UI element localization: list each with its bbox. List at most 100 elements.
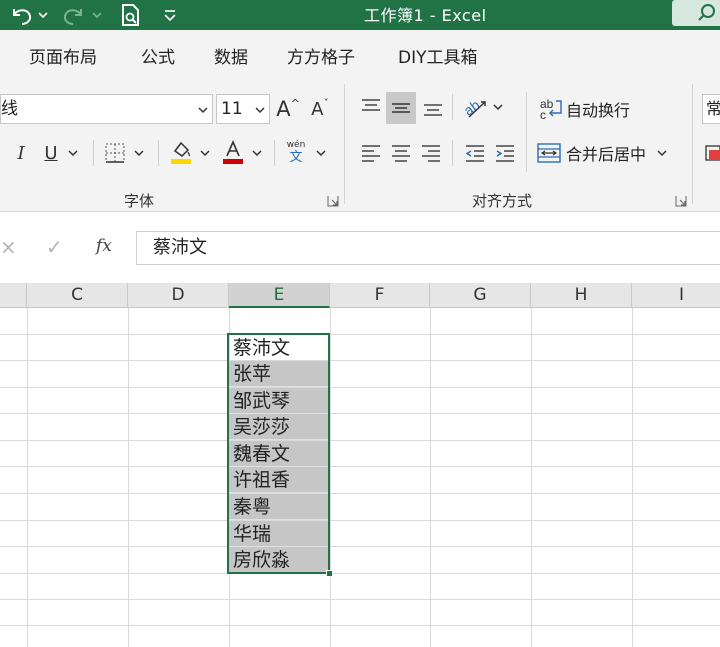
orientation-dropdown[interactable] [490,96,506,118]
insert-function-button[interactable]: fx [96,236,112,256]
column-header-c[interactable]: C [27,283,128,308]
fill-color-swatch [171,159,191,164]
title-bar: 工作簿1 - Excel [0,0,720,30]
increase-indent-button[interactable] [492,138,518,168]
align-top-button[interactable] [358,92,384,122]
cell-e-selected[interactable]: 吴莎莎 [229,414,329,440]
gridline [0,387,720,388]
conditional-format-button[interactable] [704,140,720,166]
gridline [0,413,720,414]
dialog-launcher-icon [675,196,687,207]
conditional-format-icon [705,145,720,161]
align-middle-icon [392,103,410,113]
undo-button[interactable] [6,4,50,26]
cell-e-selected[interactable]: 魏春文 [229,441,329,467]
align-right-button[interactable] [418,138,444,168]
decrease-font-icon: A [311,98,324,120]
increase-font-button[interactable]: A ^ [274,94,302,124]
merge-center-button[interactable]: 合并后居中 [536,138,674,168]
gridline [0,493,720,494]
fill-color-dropdown[interactable] [196,142,214,164]
formula-bar: × ✓ fx 蔡沛文 [0,226,720,270]
enter-button[interactable]: ✓ [46,235,63,259]
separator [93,140,94,166]
chevron-down-icon [316,150,326,157]
tab-data[interactable]: 数据 [214,43,248,68]
gridline [27,308,28,647]
underline-button[interactable]: U [40,140,62,166]
number-format-select[interactable]: 常 [702,94,720,124]
gridline [531,308,532,647]
window-title: 工作簿1 - Excel [364,6,487,25]
phonetic-char: 文 [289,149,303,165]
cell-e-selected[interactable]: 华瑞 [229,521,329,547]
wrap-text-button[interactable]: ab c 自动换行 [538,94,664,124]
phonetic-dropdown[interactable] [312,142,330,164]
font-color-button[interactable] [220,138,246,166]
align-bottom-button[interactable] [420,92,446,122]
underline-dropdown[interactable] [64,142,82,164]
alignment-dialog-launcher[interactable] [674,194,688,208]
customize-toolbar-button[interactable] [160,4,180,26]
chevron-down-icon [255,107,265,114]
cell-e-selected[interactable]: 张苹 [229,361,329,387]
phonetic-guide-button[interactable]: wén 文 [282,136,310,168]
search-button[interactable] [672,0,720,26]
ribbon-home: 线 11 A ^ A ˇ I U wén 文 字体 ab ab c 自动换行 合… [0,76,720,212]
tab-formulas[interactable]: 公式 [141,43,175,68]
align-left-button[interactable] [358,138,384,168]
italic-button[interactable]: I [10,140,32,166]
decrease-indent-button[interactable] [462,138,488,168]
decrease-font-button[interactable]: A ˇ [306,94,334,124]
undo-icon [13,9,48,25]
tab-page-layout[interactable]: 页面布局 [29,43,97,68]
align-center-button[interactable] [388,138,414,168]
font-name-select[interactable]: 线 [0,94,213,124]
cell-e-selected[interactable]: 房欣淼 [229,547,329,573]
align-top-icon [362,99,380,111]
cancel-button[interactable]: × [0,235,17,259]
orientation-button[interactable]: ab [460,92,490,122]
fill-handle[interactable] [326,570,333,577]
align-middle-button[interactable] [386,92,416,124]
borders-dropdown[interactable] [130,142,148,164]
column-header-d[interactable]: D [128,283,229,308]
tab-diy-toolbox[interactable]: DIY工具箱 [398,43,478,68]
alignment-group-label: 对齐方式 [472,192,533,210]
formula-input[interactable]: 蔡沛文 [136,231,720,265]
separator [274,140,275,166]
column-header-h[interactable]: H [531,283,632,308]
cell-e-selected[interactable]: 许祖香 [229,467,329,493]
cell-e-active[interactable]: 蔡沛文 [229,335,329,361]
merge-center-label: 合并后居中 [566,145,647,164]
column-header-partial[interactable] [0,283,27,308]
font-size-value: 11 [221,99,243,119]
font-color-dropdown[interactable] [248,142,266,164]
borders-icon [105,143,125,163]
column-header-g[interactable]: G [430,283,531,308]
fill-color-button[interactable] [168,138,194,166]
column-header-f[interactable]: F [330,283,430,308]
redo-icon [63,9,102,25]
cell-e-selected[interactable]: 邹武琴 [229,388,329,414]
gridline [430,308,431,647]
chevron-down-icon [657,150,667,157]
gridline [0,360,720,361]
column-header-i[interactable]: I [632,283,720,308]
cell-e-selected[interactable]: 秦粤 [229,494,329,520]
print-preview-icon [122,4,139,26]
font-size-select[interactable]: 11 [216,94,270,124]
print-preview-button[interactable] [116,4,146,26]
align-right-icon [422,145,440,162]
wrap-text-icon: ab c [540,97,562,121]
align-center-icon [392,145,410,162]
align-left-icon [362,145,380,162]
column-header-e[interactable]: E [229,283,330,308]
borders-button[interactable] [102,140,128,166]
tab-fangfang-gezi[interactable]: 方方格子 [287,43,355,68]
gridline [128,308,129,647]
font-color-icon [223,139,243,164]
redo-button[interactable] [58,4,104,26]
font-dialog-launcher[interactable] [326,194,340,208]
worksheet-grid[interactable]: C D E F G H I 蔡沛文 张苹 邹武琴 吴莎莎 魏春文 许祖香 秦粤 … [0,283,720,647]
